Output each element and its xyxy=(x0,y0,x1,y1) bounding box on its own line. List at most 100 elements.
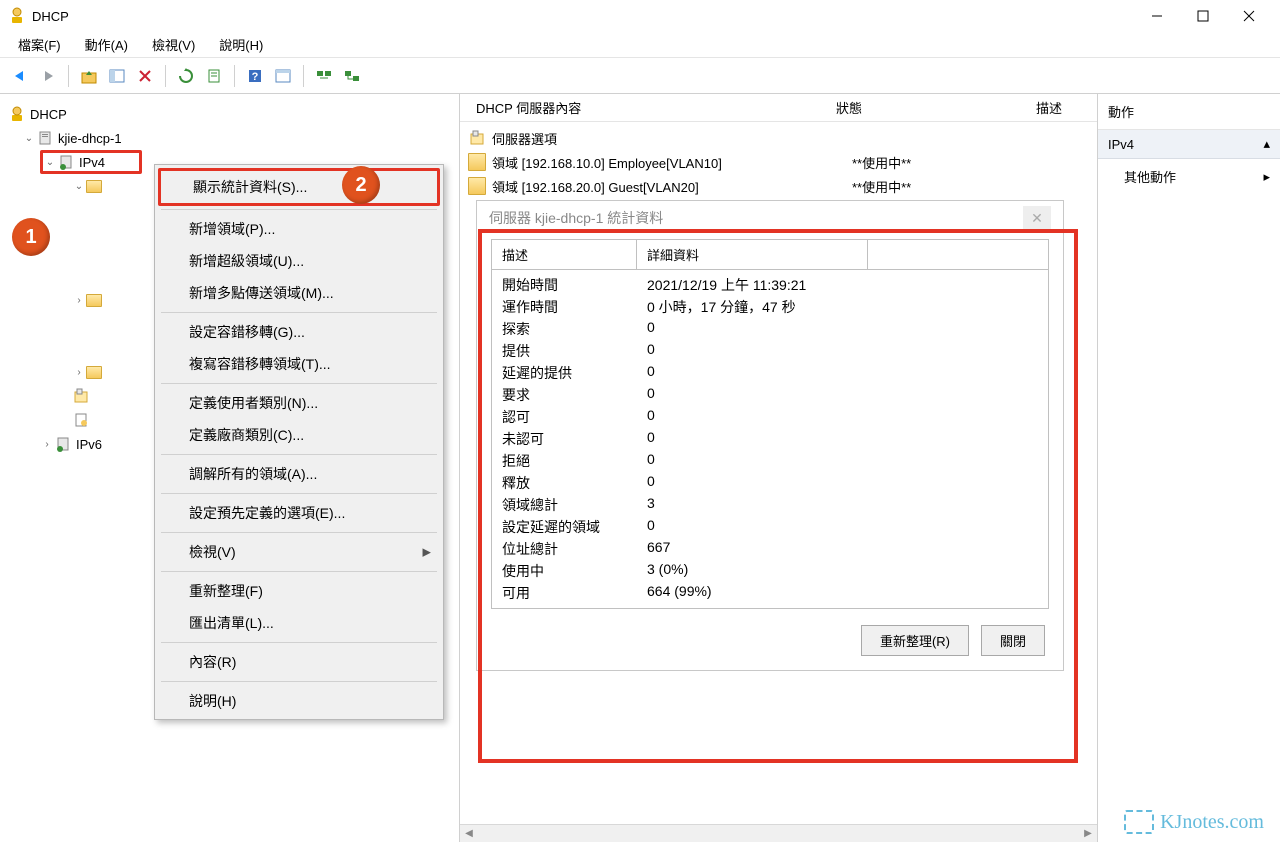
stats-value: 0 xyxy=(647,473,1038,493)
stats-key: 可用 xyxy=(502,583,647,603)
cm-view[interactable]: 檢視(V)▶ xyxy=(157,536,441,568)
cm-export[interactable]: 匯出清單(L)... xyxy=(157,607,441,639)
stats-key: 認可 xyxy=(502,407,647,427)
cm-properties[interactable]: 內容(R) xyxy=(157,646,441,678)
cm-help[interactable]: 說明(H) xyxy=(157,685,441,717)
stats-key: 探索 xyxy=(502,319,647,339)
refresh-icon[interactable] xyxy=(174,64,198,88)
stats-value: 2021/12/19 上午 11:39:21 xyxy=(647,275,1038,295)
expander-icon[interactable]: › xyxy=(40,439,54,450)
tree-server[interactable]: ⌄ kjie-dhcp-1 xyxy=(4,126,455,150)
callout-1: 1 xyxy=(12,218,50,256)
dialog-close-button[interactable]: ✕ xyxy=(1023,206,1051,230)
menu-view[interactable]: 檢視(V) xyxy=(140,31,207,58)
stats-row[interactable]: 延遲的提供0 xyxy=(492,362,1048,384)
tree-ipv4[interactable]: ⌄ IPv4 xyxy=(40,150,142,174)
list-body: 伺服器選項 領域 [192.168.10.0] Employee[VLAN10]… xyxy=(460,122,1097,202)
stats-key: 提供 xyxy=(502,341,647,361)
menu-help[interactable]: 說明(H) xyxy=(207,31,275,58)
stats-row[interactable]: 認可0 xyxy=(492,406,1048,428)
delete-icon[interactable] xyxy=(133,64,157,88)
stats-row[interactable]: 領域總計3 xyxy=(492,494,1048,516)
properties-icon[interactable] xyxy=(271,64,295,88)
scroll-left-icon[interactable]: ◀ xyxy=(460,825,478,843)
cm-reconcile[interactable]: 調解所有的領域(A)... xyxy=(157,458,441,490)
dialog-refresh-button[interactable]: 重新整理(R) xyxy=(861,625,969,656)
menu-bar: 檔案(F) 動作(A) 檢視(V) 說明(H) xyxy=(0,32,1280,58)
forward-button[interactable] xyxy=(36,64,60,88)
dialog-title-bar[interactable]: 伺服器 kjie-dhcp-1 統計資料 ✕ xyxy=(477,201,1063,235)
stats-value: 0 xyxy=(647,451,1038,471)
stats-row[interactable]: 使用中3 (0%) xyxy=(492,560,1048,582)
stats-key: 要求 xyxy=(502,385,647,405)
stats-row[interactable]: 可用664 (99%) xyxy=(492,582,1048,604)
separator xyxy=(161,383,437,384)
stats-value: 3 xyxy=(647,495,1038,515)
expander-icon[interactable]: ⌄ xyxy=(43,157,57,168)
expander-icon[interactable]: ⌄ xyxy=(22,133,36,144)
cm-show-stats[interactable]: 顯示統計資料(S)... xyxy=(158,168,440,206)
tree-root-dhcp[interactable]: DHCP xyxy=(4,102,455,126)
stats-row[interactable]: 釋放0 xyxy=(492,472,1048,494)
maximize-button[interactable] xyxy=(1180,1,1226,31)
col-status[interactable]: 狀態 xyxy=(828,94,1028,121)
cm-new-superscope[interactable]: 新增超級領域(U)... xyxy=(157,245,441,277)
minimize-button[interactable] xyxy=(1134,1,1180,31)
list-row[interactable]: 伺服器選項 xyxy=(460,126,1097,150)
stats-key: 未認可 xyxy=(502,429,647,449)
expander-icon[interactable]: › xyxy=(72,295,86,306)
back-button[interactable] xyxy=(8,64,32,88)
actions-other[interactable]: 其他動作 ▸ xyxy=(1098,159,1280,194)
cm-user-classes[interactable]: 定義使用者類別(N)... xyxy=(157,387,441,419)
menu-action[interactable]: 動作(A) xyxy=(73,31,140,58)
cm-new-multicast[interactable]: 新增多點傳送領域(M)... xyxy=(157,277,441,309)
col-desc[interactable]: 描述 xyxy=(1028,94,1070,121)
expander-icon[interactable]: › xyxy=(72,367,86,378)
folder-icon xyxy=(468,153,486,171)
watermark-text: KJnotes.com xyxy=(1160,811,1264,834)
stats-col-empty[interactable] xyxy=(868,240,1048,269)
export-icon[interactable] xyxy=(202,64,226,88)
scroll-right-icon[interactable]: ▶ xyxy=(1079,825,1097,843)
stats-col-detail[interactable]: 詳細資料 xyxy=(637,240,868,269)
watermark: KJnotes.com xyxy=(1124,810,1264,834)
stats-key: 領域總計 xyxy=(502,495,647,515)
cm-vendor-classes[interactable]: 定義廠商類別(C)... xyxy=(157,419,441,451)
cm-failover-config[interactable]: 設定容錯移轉(G)... xyxy=(157,316,441,348)
stats-row[interactable]: 位址總計667 xyxy=(492,538,1048,560)
stats-col-desc[interactable]: 描述 xyxy=(492,240,637,269)
stats-row[interactable]: 要求0 xyxy=(492,384,1048,406)
stats-value: 0 小時，17 分鐘，47 秒 xyxy=(647,297,1038,317)
stats-row[interactable]: 探索0 xyxy=(492,318,1048,340)
show-hide-tree-icon[interactable] xyxy=(105,64,129,88)
col-content[interactable]: DHCP 伺服器內容 xyxy=(468,94,828,121)
scope-icon-2[interactable] xyxy=(340,64,364,88)
stats-row[interactable]: 拒絕0 xyxy=(492,450,1048,472)
stats-value: 0 xyxy=(647,429,1038,449)
cm-new-scope[interactable]: 新增領域(P)... xyxy=(157,213,441,245)
stats-key: 設定延遲的領域 xyxy=(502,517,647,537)
list-row[interactable]: 領域 [192.168.10.0] Employee[VLAN10] **使用中… xyxy=(460,150,1097,174)
actions-section-ipv4[interactable]: IPv4 ▴ xyxy=(1098,130,1280,159)
help-icon[interactable]: ? xyxy=(243,64,267,88)
dhcp-root-icon xyxy=(8,105,26,123)
cm-predefined[interactable]: 設定預先定義的選項(E)... xyxy=(157,497,441,529)
close-button[interactable] xyxy=(1226,1,1272,31)
horizontal-scrollbar[interactable]: ◀ ▶ xyxy=(460,824,1097,842)
stats-row[interactable]: 開始時間2021/12/19 上午 11:39:21 xyxy=(492,274,1048,296)
expander-icon[interactable]: ⌄ xyxy=(72,181,86,192)
menu-file[interactable]: 檔案(F) xyxy=(6,31,73,58)
server-options-icon xyxy=(468,129,486,147)
cm-failover-copy[interactable]: 複寫容錯移轉領域(T)... xyxy=(157,348,441,380)
stats-row[interactable]: 設定延遲的領域0 xyxy=(492,516,1048,538)
stats-row[interactable]: 未認可0 xyxy=(492,428,1048,450)
up-level-icon[interactable] xyxy=(77,64,101,88)
dialog-close-button2[interactable]: 關閉 xyxy=(981,625,1045,656)
stats-value: 0 xyxy=(647,517,1038,537)
stats-table: 描述 詳細資料 開始時間2021/12/19 上午 11:39:21運作時間0 … xyxy=(491,239,1049,609)
cm-refresh[interactable]: 重新整理(F) xyxy=(157,575,441,607)
stats-row[interactable]: 運作時間0 小時，17 分鐘，47 秒 xyxy=(492,296,1048,318)
scope-icon-1[interactable] xyxy=(312,64,336,88)
stats-row[interactable]: 提供0 xyxy=(492,340,1048,362)
list-row[interactable]: 領域 [192.168.20.0] Guest[VLAN20] **使用中** xyxy=(460,174,1097,198)
